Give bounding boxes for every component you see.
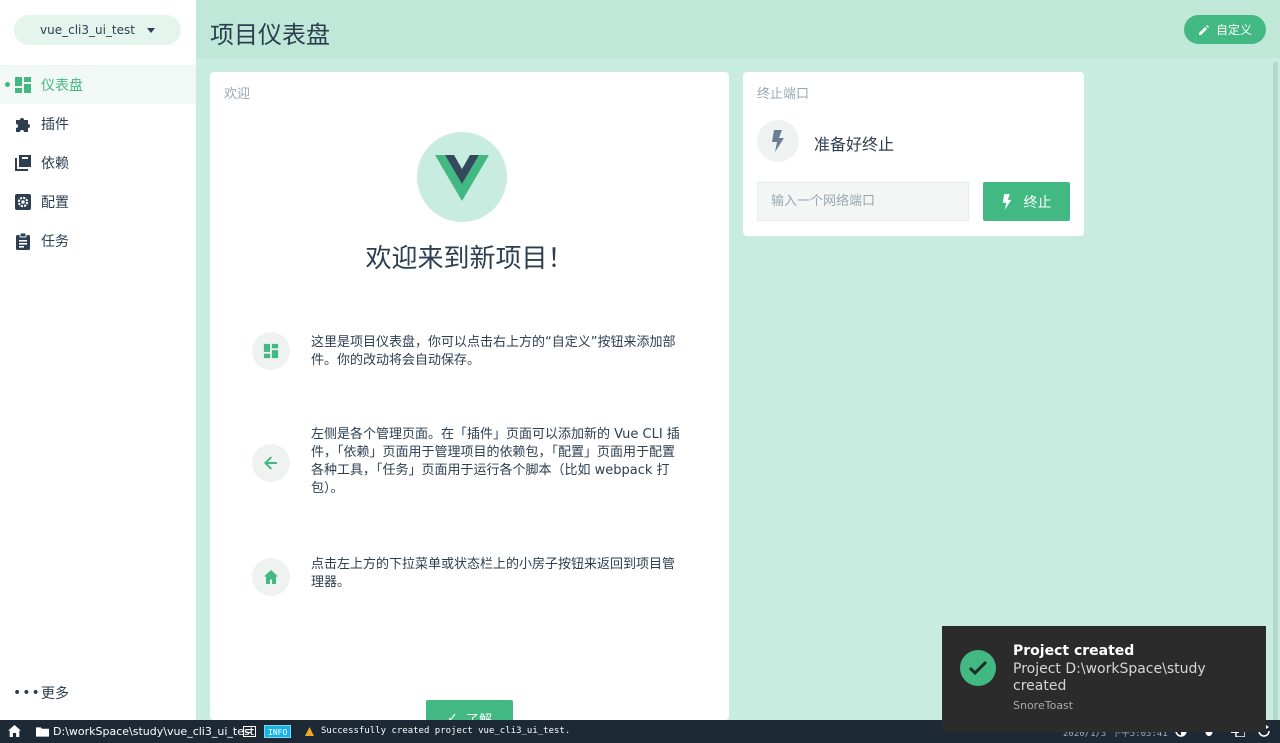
checkmark-icon: ✓ bbox=[447, 710, 458, 721]
welcome-heading: 欢迎来到新项目！ bbox=[365, 244, 574, 274]
customize-label: 自定义 bbox=[1215, 23, 1252, 37]
sidebar-item-dependencies[interactable]: 依赖 bbox=[0, 143, 196, 182]
log-level-badge: INFO bbox=[264, 725, 292, 738]
customize-button[interactable]: 自定义 bbox=[1184, 15, 1266, 44]
log-type-icon bbox=[305, 726, 314, 739]
more-icon: ••• bbox=[13, 685, 41, 701]
port-input[interactable] bbox=[757, 182, 969, 221]
welcome-card: 欢迎 欢迎来到新项目！ 这里是项目仪表盘，你可以点击右上方的“自定义”按钮来添加… bbox=[210, 72, 729, 720]
sidebar-item-dashboard[interactable]: 仪表盘 bbox=[0, 65, 196, 104]
toast-source: SnoreToast bbox=[1013, 699, 1074, 712]
sidebar-item-label: 任务 bbox=[41, 233, 69, 250]
top-header: 项目仪表盘 自定义 bbox=[196, 0, 1280, 58]
clipboard-icon bbox=[13, 231, 33, 251]
tip-item: 左侧是各个管理页面。在「插件」页面可以添加新的 Vue CLI 插件，「依赖」页… bbox=[252, 426, 692, 498]
vue-logo bbox=[417, 132, 507, 222]
tip-text: 这里是项目仪表盘，你可以点击右上方的“自定义”按钮来添加部件。你的改动将会自动保… bbox=[311, 335, 676, 368]
sidebar-nav: 仪表盘 插件 依赖 配置 任务 bbox=[0, 65, 196, 260]
status-message[interactable]: Successfully created project vue_cli3_ui… bbox=[321, 726, 570, 736]
settings-icon bbox=[13, 192, 33, 212]
arrow-left-icon bbox=[252, 444, 290, 482]
toast-notification[interactable]: Project created Project D:\workSpace\stu… bbox=[942, 626, 1266, 732]
library-icon bbox=[13, 153, 33, 173]
home-icon bbox=[252, 558, 290, 596]
kill-button[interactable]: 终止 bbox=[983, 182, 1070, 221]
folder-icon bbox=[36, 726, 49, 740]
check-circle-icon bbox=[960, 650, 996, 686]
sidebar-item-label: 配置 bbox=[41, 194, 69, 211]
kill-button-label: 终止 bbox=[1023, 194, 1052, 211]
sidebar-item-label: 依赖 bbox=[41, 155, 69, 172]
tip-text: 点击左上方的下拉菜单或状态栏上的小房子按钮来返回到项目管理器。 bbox=[311, 557, 676, 590]
kill-port-card: 终止端口 准备好终止 终止 bbox=[743, 72, 1084, 236]
sidebar-item-configuration[interactable]: 配置 bbox=[0, 182, 196, 221]
lightning-icon bbox=[1002, 193, 1011, 210]
sidebar-item-plugins[interactable]: 插件 bbox=[0, 104, 196, 143]
tip-text: 左侧是各个管理页面。在「插件」页面可以添加新的 Vue CLI 插件，「依赖」页… bbox=[311, 427, 680, 496]
dashboard-icon bbox=[13, 75, 33, 95]
home-icon[interactable] bbox=[8, 725, 21, 740]
project-name: vue_cli3_ui_test bbox=[40, 23, 135, 37]
caret-down-icon bbox=[146, 27, 155, 33]
pencil-icon bbox=[1198, 24, 1209, 35]
kill-port-card-title: 终止端口 bbox=[757, 87, 810, 102]
sidebar: vue_cli3_ui_test 仪表盘 插件 依赖 配置 任务 ••• 更多 bbox=[0, 0, 196, 720]
sidebar-item-tasks[interactable]: 任务 bbox=[0, 221, 196, 260]
project-selector[interactable]: vue_cli3_ui_test bbox=[14, 15, 181, 45]
kill-port-status: 准备好终止 bbox=[814, 135, 895, 154]
console-icon[interactable] bbox=[243, 726, 256, 740]
sidebar-item-label: 仪表盘 bbox=[41, 77, 83, 94]
sidebar-item-label: 插件 bbox=[41, 116, 69, 133]
project-path[interactable]: D:\workSpace\study\vue_cli3_ui_test bbox=[53, 725, 254, 738]
tip-item: 这里是项目仪表盘，你可以点击右上方的“自定义”按钮来添加部件。你的改动将会自动保… bbox=[252, 332, 692, 370]
puzzle-icon bbox=[13, 114, 33, 134]
dashboard-icon bbox=[252, 332, 290, 370]
toast-body: Project D:\workSpace\study created bbox=[1013, 661, 1206, 694]
page-scrollbar[interactable] bbox=[1271, 58, 1280, 722]
got-it-label: 了解 bbox=[465, 712, 492, 721]
lightning-icon bbox=[757, 120, 799, 162]
sidebar-more[interactable]: ••• 更多 bbox=[13, 683, 69, 703]
page-title: 项目仪表盘 bbox=[210, 21, 330, 49]
tip-item: 点击左上方的下拉菜单或状态栏上的小房子按钮来返回到项目管理器。 bbox=[252, 556, 692, 596]
scrollbar-thumb[interactable] bbox=[1273, 62, 1278, 722]
got-it-button[interactable]: ✓ 了解 bbox=[426, 700, 513, 720]
more-label: 更多 bbox=[41, 686, 69, 702]
toast-title: Project created bbox=[1013, 643, 1135, 659]
welcome-card-title: 欢迎 bbox=[224, 87, 251, 102]
